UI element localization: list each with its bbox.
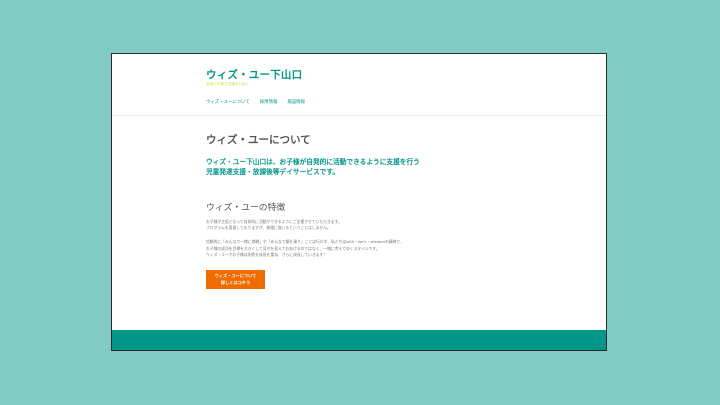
features-heading: ウィズ・ユーの特徴 (206, 202, 286, 213)
paragraph-line: プログラムを用意しておりますが、無理に強いるということはしません。 (206, 225, 331, 231)
site-title[interactable]: ウィズ・ユー下山口 (206, 67, 302, 82)
paragraph-line: お子様が主役となって自発的に活動ができるようにご支援させていただきます。 (206, 218, 342, 224)
nav-item-about[interactable]: ウィズ・ユーについて (206, 99, 250, 105)
browser-page: ウィズ・ユー下山口 笑顔と子育ち支援のために ウィズ・ユーについて 採用情報 施… (111, 53, 607, 351)
site-tagline: 笑顔と子育ち支援のために (206, 82, 250, 86)
nav-item-facility[interactable]: 施設情報 (287, 99, 305, 105)
nav-item-recruit[interactable]: 採用情報 (260, 99, 278, 105)
features-paragraph-1: お子様が主役となって自発的に活動ができるようにご支援させていただきます。 プログ… (206, 219, 526, 232)
main-nav: ウィズ・ユーについて 採用情報 施設情報 (206, 99, 305, 105)
page-title: ウィズ・ユーについて (206, 134, 311, 146)
cta-label-line-2: 詳しくはコチラ (220, 279, 251, 285)
paragraph-line: ウィズ・ユーでお子様は失敗を成長を重ね、さらに成長していきます！ (206, 252, 328, 258)
paragraph-line: 信頼的に「みんなで一緒に挑戦」や「みんなで解を乗り」ことは行わず、私たちはwit… (206, 239, 404, 245)
lead-text: ウィズ・ユー下山口は、お子様が自発的に活動できるように支援を行う 児童発達支援・… (206, 157, 526, 178)
lead-line: 児童発達支援・放課後等デイサービスです。 (206, 168, 340, 177)
about-details-button[interactable]: ウィズ・ユーについて 詳しくはコチラ (206, 270, 265, 289)
main-content: ウィズ・ユーについて ウィズ・ユー下山口は、お子様が自発的に活動できるように支援… (206, 132, 526, 259)
site-footer (112, 330, 606, 350)
header-divider (112, 115, 606, 116)
paragraph-line: お子様の成功を目標を大きくして見守を見えておあげるのではなく、一緒に考えてゆくス… (206, 245, 380, 251)
site-header: ウィズ・ユー下山口 笑顔と子育ち支援のために ウィズ・ユーについて 採用情報 施… (112, 54, 606, 116)
lead-line: ウィズ・ユー下山口は、お子様が自発的に活動できるように支援を行う (206, 158, 420, 166)
features-paragraph-2: 信頼的に「みんなで一緒に挑戦」や「みんなで解を乗り」ことは行わず、私たちはwit… (206, 239, 526, 259)
